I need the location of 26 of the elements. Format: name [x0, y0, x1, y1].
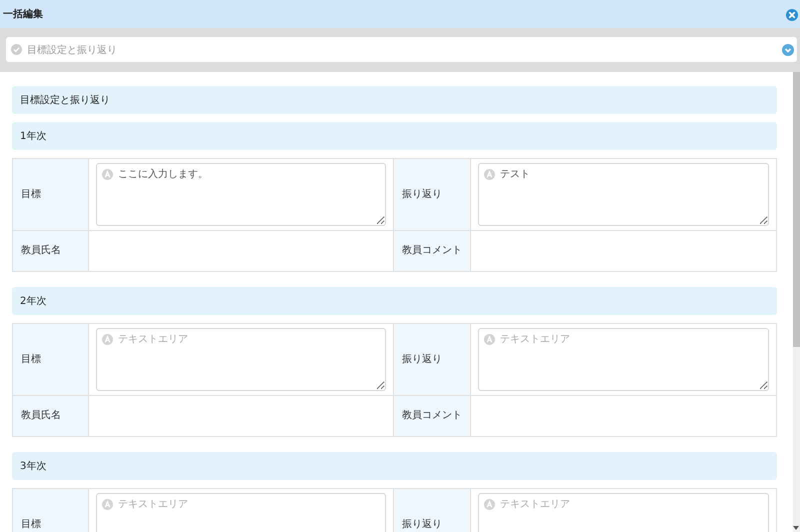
textarea-field[interactable]: テキストエリア — [96, 493, 386, 532]
field-label: 目標 — [13, 489, 89, 532]
close-icon[interactable] — [786, 8, 798, 20]
chevron-down-icon — [782, 44, 794, 56]
field-label: 教員コメント — [394, 396, 471, 436]
dialog-title: 一括編集 — [3, 8, 43, 21]
field-label: 振り返り — [394, 324, 471, 395]
year-heading: 1年次 — [12, 122, 777, 150]
year-heading: 2年次 — [12, 287, 777, 315]
field-label: 振り返り — [394, 159, 471, 230]
scrollbar[interactable] — [793, 72, 800, 532]
field-label: 教員氏名 — [13, 396, 89, 436]
textarea-field[interactable]: ここに入力します。 — [96, 163, 386, 226]
field-label: 目標 — [13, 159, 89, 230]
section-heading: 目標設定と振り返り — [12, 86, 777, 114]
field-label: 教員氏名 — [13, 231, 89, 271]
check-circle-icon — [11, 44, 22, 55]
textarea-field[interactable]: テスト — [478, 163, 769, 226]
year-heading: 3年次 — [12, 452, 777, 480]
field-label: 振り返り — [394, 489, 471, 532]
field-label: 教員コメント — [394, 231, 471, 271]
textarea-field[interactable]: テキストエリア — [96, 328, 386, 391]
scroll-down-arrow-icon[interactable] — [793, 526, 799, 530]
field-label: 目標 — [13, 324, 89, 395]
textarea-field[interactable]: テキストエリア — [478, 328, 769, 391]
textarea-field[interactable]: テキストエリア — [478, 493, 769, 532]
